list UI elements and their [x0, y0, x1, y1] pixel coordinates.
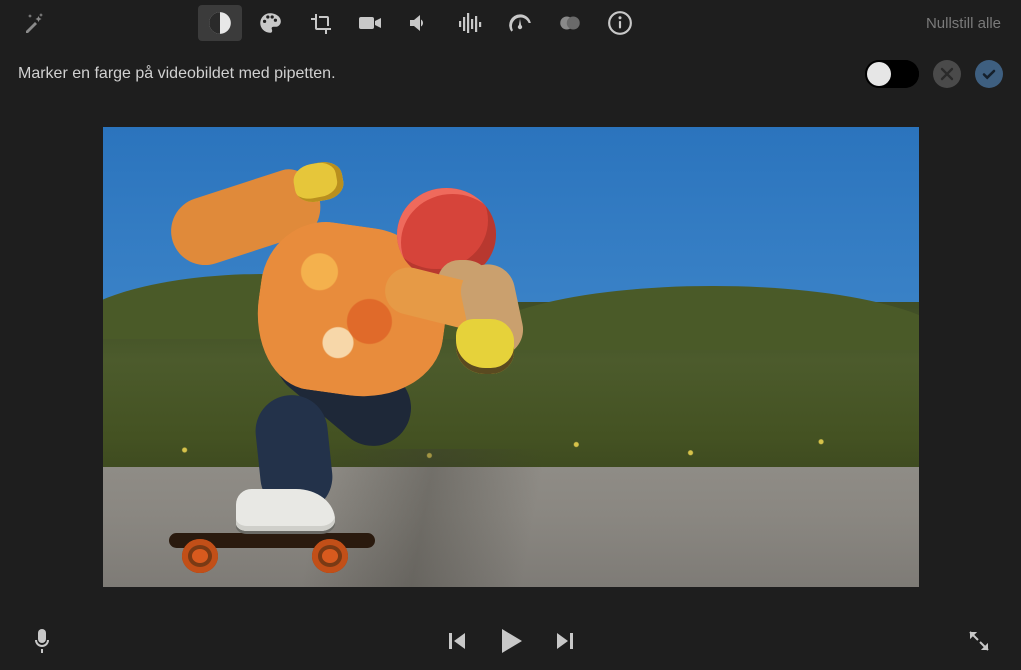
cancel-button[interactable] [933, 60, 961, 88]
toggle-knob [867, 62, 891, 86]
expand-icon [967, 629, 991, 653]
magic-wand-button[interactable] [12, 5, 56, 41]
instruction-text: Marker en farge på videobildet med pipet… [18, 65, 851, 83]
reset-all-button[interactable]: Nullstill alle [918, 11, 1009, 36]
viewer-area [0, 102, 1021, 612]
next-frame-button[interactable] [554, 630, 576, 652]
play-icon [498, 627, 524, 655]
color-balance-icon [207, 10, 233, 36]
info-button[interactable] [598, 5, 642, 41]
equalizer-icon [457, 11, 483, 35]
fullscreen-button[interactable] [959, 629, 999, 653]
skip-back-icon [446, 630, 468, 652]
palette-icon [257, 10, 283, 36]
speed-button[interactable] [498, 5, 542, 41]
play-button[interactable] [498, 627, 524, 655]
adjustment-subbar: Marker en farge på videobildet med pipet… [0, 46, 1021, 102]
speedometer-icon [507, 10, 533, 36]
crop-icon [308, 11, 332, 35]
filter-button[interactable] [548, 5, 592, 41]
scene-skater [160, 150, 609, 573]
voiceover-button[interactable] [22, 628, 62, 654]
info-icon [607, 10, 633, 36]
overlap-circles-icon [557, 10, 583, 36]
color-correction-button[interactable] [248, 5, 292, 41]
check-icon [981, 66, 997, 82]
speaker-icon [407, 11, 433, 35]
previous-frame-button[interactable] [446, 630, 468, 652]
microphone-icon [32, 628, 52, 654]
playback-bar [0, 612, 1021, 670]
crop-button[interactable] [298, 5, 342, 41]
close-icon [939, 66, 955, 82]
skip-forward-icon [554, 630, 576, 652]
video-camera-icon [357, 12, 383, 34]
noise-reduction-button[interactable] [448, 5, 492, 41]
correction-toggle[interactable] [865, 60, 919, 88]
stabilize-button[interactable] [348, 5, 392, 41]
magic-wand-icon [22, 11, 46, 35]
color-balance-button[interactable] [198, 5, 242, 41]
volume-button[interactable] [398, 5, 442, 41]
accept-button[interactable] [975, 60, 1003, 88]
inspector-toolbar: Nullstill alle [0, 0, 1021, 46]
video-preview[interactable] [103, 127, 919, 587]
